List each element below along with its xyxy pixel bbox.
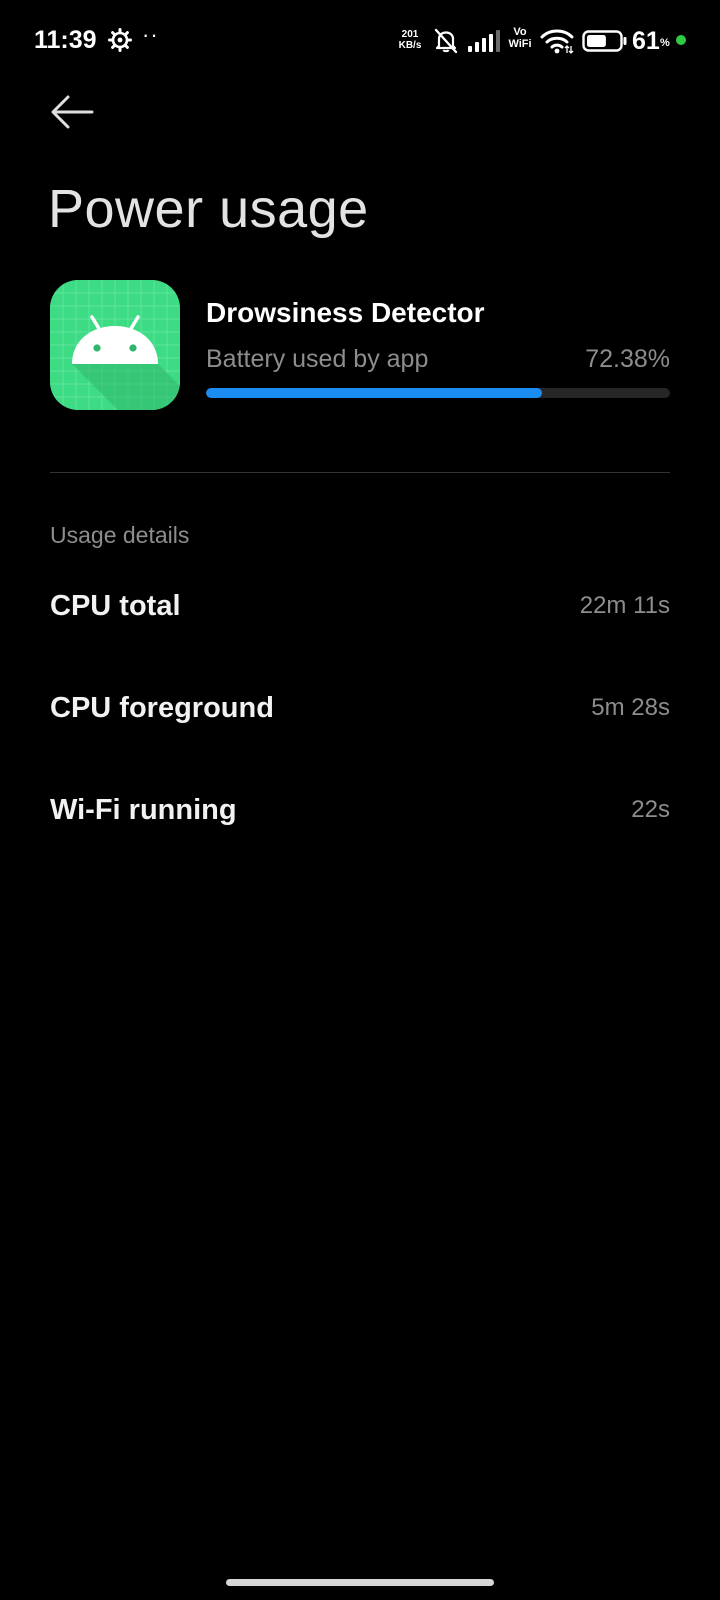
wifi-label: WiFi — [508, 38, 532, 50]
signal-icon — [467, 29, 501, 53]
battery-percent-sign: % — [660, 37, 670, 49]
usage-details-title: Usage details — [50, 522, 190, 548]
usage-label: Wi-Fi running — [50, 794, 237, 826]
usage-label: CPU total — [50, 590, 181, 622]
notification-dots: ·· — [142, 22, 159, 47]
network-speed: 201 KB/s — [392, 29, 428, 51]
usage-value: 22s — [631, 796, 670, 823]
app-name: Drowsiness Detector — [206, 297, 485, 328]
usage-value: 22m 11s — [579, 592, 670, 619]
battery-usage-bar-fill — [206, 388, 542, 398]
wifi-icon — [540, 28, 574, 54]
battery-used-percent: 72.38% — [585, 345, 670, 373]
usage-row-cpu-total: CPU total 22m 11s — [50, 590, 670, 650]
vo-label: Vo — [513, 26, 527, 38]
page-title: Power usage — [48, 179, 369, 239]
android-icon — [50, 280, 180, 410]
divider — [50, 472, 670, 473]
usage-value: 5m 28s — [591, 694, 670, 721]
usage-row-cpu-foreground: CPU foreground 5m 28s — [50, 692, 670, 752]
battery-level: 61 — [632, 27, 660, 55]
network-speed-unit: KB/s — [398, 40, 422, 51]
usage-row-wifi-running: Wi-Fi running 22s — [50, 794, 670, 854]
vowifi-indicator: Vo WiFi — [504, 26, 536, 50]
back-button[interactable] — [46, 90, 100, 134]
back-arrow-icon — [51, 95, 94, 129]
battery-usage-bar — [206, 388, 670, 398]
mute-icon — [432, 27, 460, 55]
usage-label: CPU foreground — [50, 692, 274, 724]
status-time: 11:39 — [34, 26, 97, 54]
network-speed-value: 201 — [401, 29, 419, 40]
battery-used-label: Battery used by app — [206, 345, 429, 373]
privacy-indicator-dot — [676, 35, 686, 45]
gear-icon — [108, 28, 132, 52]
battery-icon — [582, 30, 628, 52]
gesture-nav-handle[interactable] — [226, 1579, 494, 1586]
status-bar: 11:39 ·· 201 KB/s Vo WiFi 61 % — [0, 0, 720, 80]
